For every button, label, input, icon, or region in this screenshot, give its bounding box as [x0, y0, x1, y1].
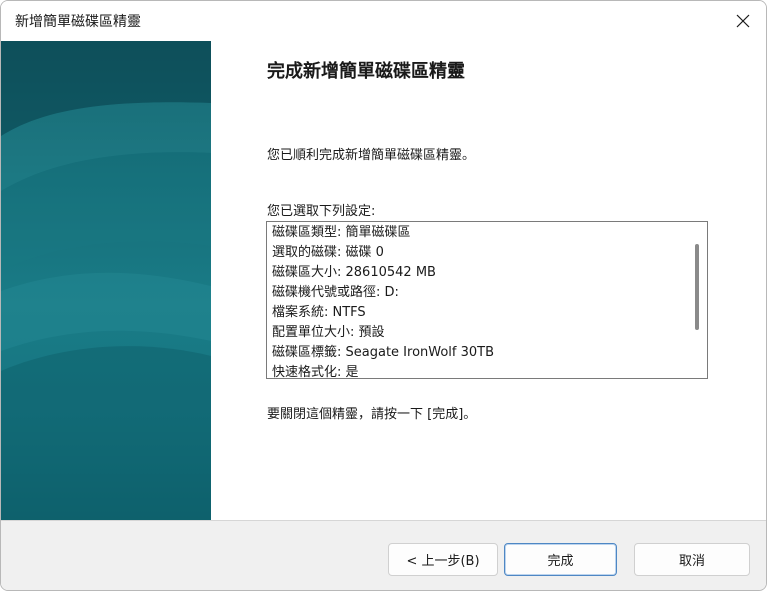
page-heading: 完成新增簡單磁碟區精靈 [267, 61, 465, 82]
wizard-window: 新增簡單磁碟區精靈 完成新增簡單磁碟區精靈 您已順利完成新增簡單磁碟區精靈。 您… [0, 0, 767, 591]
cancel-button[interactable]: 取消 [634, 543, 750, 576]
setting-selected-disk: 選取的磁碟: 磁碟 0 [272, 245, 384, 260]
close-button[interactable] [720, 1, 766, 41]
back-button[interactable]: < 上一步(B) [388, 543, 498, 576]
finish-button[interactable]: 完成 [504, 543, 617, 576]
setting-volume-type: 磁碟區類型: 簡單磁碟區 [272, 225, 411, 240]
settings-summary-box[interactable]: 磁碟區類型: 簡單磁碟區 選取的磁碟: 磁碟 0 磁碟區大小: 28610542… [266, 221, 708, 379]
setting-volume-label: 磁碟區標籤: Seagate IronWolf 30TB [272, 345, 495, 360]
settings-label: 您已選取下列設定: [267, 204, 376, 219]
wizard-banner-image [1, 41, 211, 520]
setting-drive-letter: 磁碟機代號或路徑: D: [272, 285, 399, 300]
settings-list: 磁碟區類型: 簡單磁碟區 選取的磁碟: 磁碟 0 磁碟區大小: 28610542… [272, 223, 682, 379]
wizard-content: 完成新增簡單磁碟區精靈 您已順利完成新增簡單磁碟區精靈。 您已選取下列設定: 磁… [211, 41, 766, 520]
setting-volume-size: 磁碟區大小: 28610542 MB [272, 265, 436, 280]
success-message: 您已順利完成新增簡單磁碟區精靈。 [267, 148, 476, 163]
close-icon [736, 14, 750, 28]
settings-scrollbar[interactable] [687, 222, 707, 378]
close-instruction: 要關閉這個精靈，請按一下 [完成]。 [267, 407, 477, 422]
window-title: 新增簡單磁碟區精靈 [15, 14, 141, 30]
title-bar: 新增簡單磁碟區精靈 [1, 1, 766, 41]
scrollbar-thumb[interactable] [695, 244, 699, 330]
setting-file-system: 檔案系統: NTFS [272, 305, 366, 320]
button-bar: < 上一步(B) 完成 取消 [1, 520, 766, 590]
setting-allocation-unit: 配置單位大小: 預設 [272, 325, 385, 340]
setting-quick-format: 快速格式化: 是 [272, 365, 359, 379]
